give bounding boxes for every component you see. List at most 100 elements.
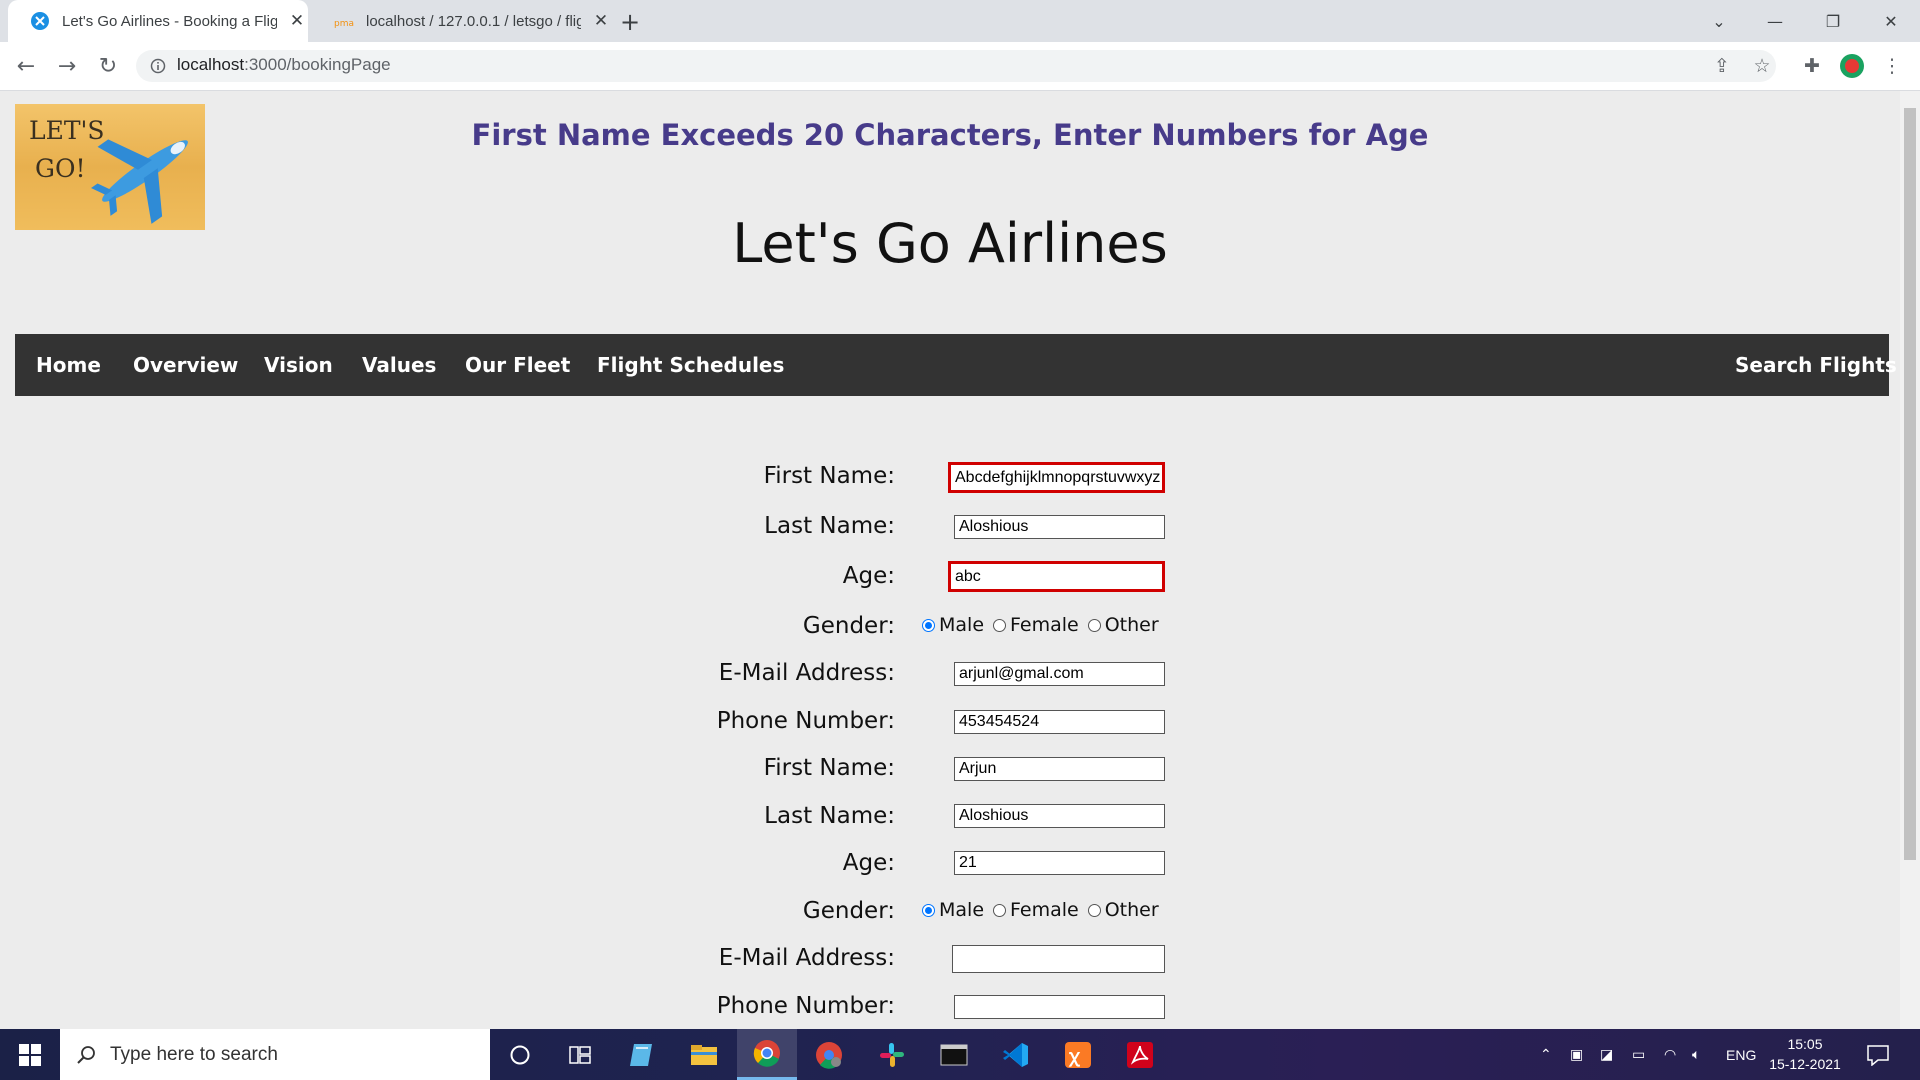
menu-icon[interactable]: ⋮ [1876, 50, 1908, 82]
other-label: Other [1104, 899, 1159, 921]
last-name-input[interactable]: Aloshious [954, 804, 1165, 828]
search-icon [76, 1045, 96, 1065]
nav-home[interactable]: Home [36, 334, 101, 396]
nav-overview[interactable]: Overview [133, 334, 238, 396]
xampp-icon[interactable]: ꭓ [1048, 1029, 1108, 1080]
age-input[interactable]: 21 [954, 851, 1165, 875]
wifi-icon[interactable]: ◠ [1664, 1029, 1676, 1080]
share-icon[interactable]: ⇪ [1706, 50, 1738, 82]
age-label: Age: [842, 563, 895, 589]
file-explorer-icon[interactable] [674, 1029, 734, 1080]
tray-app-icon[interactable]: ◪ [1600, 1029, 1613, 1080]
slack-icon[interactable] [862, 1029, 922, 1080]
gender-male-option[interactable]: Male [922, 614, 984, 636]
nav-values[interactable]: Values [362, 334, 436, 396]
logo-text-line2: GO! [35, 154, 86, 183]
airline-favicon-icon [30, 11, 50, 31]
minimize-button[interactable]: — [1746, 0, 1804, 42]
acrobat-reader-icon[interactable] [1110, 1029, 1170, 1080]
nav-flight-schedules[interactable]: Flight Schedules [597, 334, 784, 396]
other-radio[interactable] [1087, 903, 1101, 917]
female-label: Female [1010, 614, 1079, 636]
last-name-label: Last Name: [764, 803, 895, 829]
gender-radio-group: Male Female Other [922, 899, 1168, 921]
back-icon[interactable]: ← [10, 50, 42, 82]
scrollbar-thumb[interactable] [1904, 108, 1916, 860]
restore-button[interactable]: ❐ [1804, 0, 1862, 42]
notes-app-icon[interactable] [612, 1029, 672, 1080]
chrome-taskbar-icon[interactable] [737, 1029, 797, 1080]
svg-text:pma: pma [334, 19, 354, 29]
male-label: Male [939, 614, 985, 636]
last-name-input[interactable]: Aloshious [954, 515, 1165, 539]
gender-female-option[interactable]: Female [993, 614, 1079, 636]
close-tab-icon[interactable]: ✕ [591, 11, 611, 31]
gender-other-option[interactable]: Other [1087, 899, 1159, 921]
phone-input[interactable] [954, 995, 1165, 1019]
gender-label: Gender: [802, 613, 895, 639]
first-name-label: First Name: [763, 755, 895, 781]
email-label: E-Mail Address: [718, 945, 895, 971]
male-radio[interactable] [922, 618, 935, 632]
other-radio[interactable] [1087, 618, 1101, 632]
new-tab-button[interactable]: + [620, 8, 640, 36]
close-tab-icon[interactable]: ✕ [287, 11, 307, 31]
task-view-icon[interactable] [550, 1029, 610, 1080]
forward-icon[interactable]: → [51, 50, 83, 82]
notifications-icon[interactable] [1866, 1029, 1890, 1080]
site-title: Let's Go Airlines [732, 212, 1168, 275]
gender-label: Gender: [802, 898, 895, 924]
browser-tab[interactable]: pma localhost / 127.0.0.1 / letsgo / fli… [312, 0, 612, 42]
nav-our-fleet[interactable]: Our Fleet [465, 334, 570, 396]
first-name-label: First Name: [763, 463, 895, 489]
email-label: E-Mail Address: [718, 660, 895, 686]
gender-male-option[interactable]: Male [922, 899, 984, 921]
email-input[interactable] [952, 945, 1165, 973]
cortana-icon[interactable] [490, 1029, 550, 1080]
profile-avatar[interactable] [1836, 50, 1868, 82]
tab-search-icon[interactable]: ⌄ [1690, 0, 1748, 42]
age-input[interactable]: abc [948, 561, 1165, 592]
phpmyadmin-favicon-icon: pma [334, 11, 354, 31]
taskbar-clock[interactable]: 15:05 15-12-2021 [1760, 1034, 1850, 1074]
gender-female-option[interactable]: Female [993, 899, 1079, 921]
battery-icon[interactable]: ▭ [1632, 1029, 1645, 1080]
bookmark-star-icon[interactable]: ☆ [1746, 50, 1778, 82]
gender-radio-group: Male Female Other [922, 614, 1168, 636]
nav-search-flights[interactable]: Search Flights [1735, 334, 1897, 396]
vscode-icon[interactable] [986, 1029, 1046, 1080]
language-indicator[interactable]: ENG [1726, 1029, 1756, 1080]
phone-label: Phone Number: [716, 993, 895, 1019]
url-path: :3000/bookingPage [244, 55, 391, 74]
female-radio[interactable] [993, 903, 1007, 917]
taskbar-search-box[interactable]: Type here to search [60, 1029, 490, 1080]
chrome-profile-taskbar-icon[interactable] [799, 1029, 859, 1080]
first-name-input[interactable]: Abcdefghijklmnopqrstuvwxyz [948, 462, 1165, 493]
nav-vision[interactable]: Vision [264, 334, 333, 396]
gender-other-option[interactable]: Other [1087, 614, 1159, 636]
female-radio[interactable] [993, 618, 1007, 632]
female-label: Female [1010, 899, 1079, 921]
tab-title: Let's Go Airlines - Booking a Fligh [62, 12, 277, 30]
reload-icon[interactable]: ↻ [92, 50, 124, 82]
browser-tab-active[interactable]: Let's Go Airlines - Booking a Fligh ✕ [8, 0, 308, 42]
site-info-icon[interactable] [148, 56, 168, 76]
volume-icon[interactable]: 🔈︎ [1692, 1029, 1700, 1080]
windows-start-icon[interactable] [0, 1029, 60, 1080]
show-hidden-icons[interactable]: ⌃ [1540, 1029, 1552, 1080]
meet-now-icon[interactable]: ▣ [1570, 1029, 1583, 1080]
phone-input[interactable]: 453454524 [954, 710, 1165, 734]
extensions-icon[interactable]: ✚ [1796, 50, 1828, 82]
other-label: Other [1104, 614, 1159, 636]
terminal-icon[interactable] [924, 1029, 984, 1080]
phone-label: Phone Number: [716, 708, 895, 734]
clock-date: 15-12-2021 [1769, 1056, 1841, 1072]
search-placeholder: Type here to search [110, 1043, 278, 1065]
age-label: Age: [842, 850, 895, 876]
first-name-input[interactable]: Arjun [954, 757, 1165, 781]
male-label: Male [939, 899, 985, 921]
error-message: First Name Exceeds 20 Characters, Enter … [471, 118, 1429, 152]
close-window-button[interactable]: ✕ [1862, 0, 1920, 42]
email-input[interactable]: arjunl@gmal.com [954, 662, 1165, 686]
male-radio[interactable] [922, 903, 935, 917]
